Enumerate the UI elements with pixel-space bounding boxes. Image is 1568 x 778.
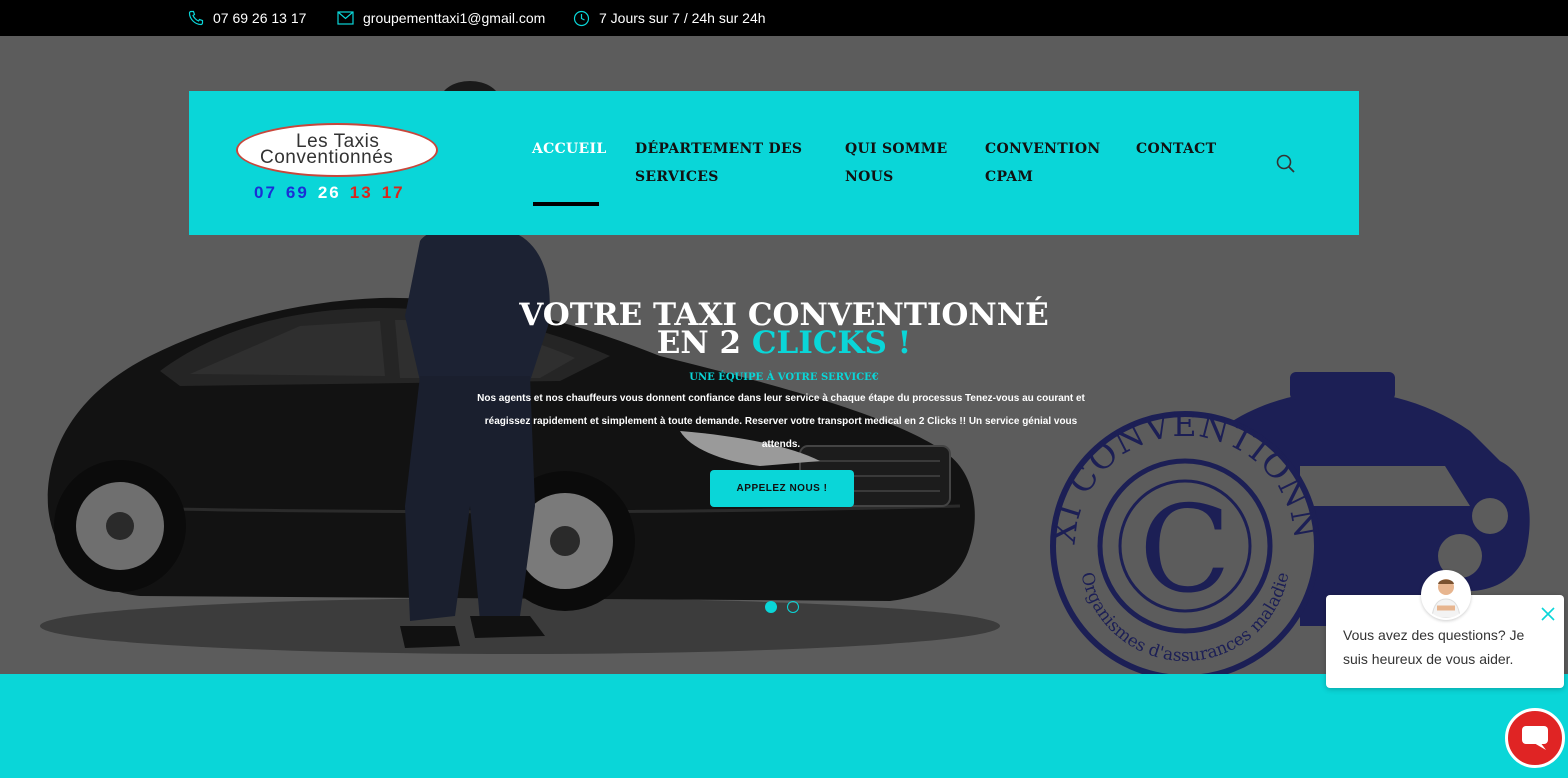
close-icon [1541, 607, 1555, 621]
nav-item-label: CONVENTION [985, 141, 1101, 157]
nav-item-contact[interactable]: CONTACT [1136, 135, 1216, 163]
slider-dot-active[interactable] [765, 601, 777, 613]
hero-title-line2: EN 2 CLICKS ! [0, 325, 1568, 361]
call-us-button[interactable]: APPELEZ NOUS ! [710, 470, 854, 507]
main-header: Les Taxis Conventionnés 07 69 26 13 17 ACCUE… [189, 91, 1359, 235]
chat-close-button[interactable] [1539, 605, 1557, 623]
logo-phone-part: 26 [317, 183, 341, 202]
phone-icon [188, 10, 204, 26]
topbar-phone[interactable]: 07 69 26 13 17 [188, 0, 306, 36]
nav-item-label: DÉPARTEMENT DES [635, 141, 803, 157]
logo-line2: Conventionnés [260, 147, 394, 168]
nav-item-label: CONTACT [1136, 141, 1217, 157]
logo-phone-part: 69 [285, 183, 309, 202]
topbar-phone-text: 07 69 26 13 17 [213, 10, 307, 26]
chat-bubble-icon [1522, 726, 1548, 750]
topbar-hours-text: 7 Jours sur 7 / 24h sur 24h [599, 10, 766, 26]
nav-item-departement[interactable]: DÉPARTEMENT DES SERVICES [635, 135, 802, 191]
chat-message: Vous avez des questions? Je suis heureux… [1343, 627, 1525, 667]
search-button[interactable] [1275, 153, 1297, 175]
slider-dot[interactable] [787, 601, 799, 613]
chat-launcher-button[interactable] [1505, 708, 1565, 768]
agent-avatar-icon [1423, 572, 1469, 618]
logo-phone: 07 69 26 13 17 [254, 183, 414, 203]
nav-item-label: SERVICES [635, 169, 719, 185]
nav-item-accueil[interactable]: ACCUEIL [532, 135, 607, 163]
logo-phone-part: 17 [381, 183, 405, 202]
hero-title-accent: CLICKS ! [751, 325, 912, 361]
topbar-hours: 7 Jours sur 7 / 24h sur 24h [573, 0, 766, 36]
logo-phone-part: 13 [349, 183, 373, 202]
topbar-email-text: groupementtaxi1@gmail.com [363, 10, 546, 26]
hero-description: Nos agents et nos chauffeurs vous donnen… [477, 393, 1085, 450]
nav-active-indicator [533, 202, 599, 206]
top-bar: 07 69 26 13 17 groupementtaxi1@gmail.com… [0, 0, 1568, 36]
site-logo[interactable]: Les Taxis Conventionnés 07 69 26 13 17 [236, 121, 438, 203]
nav-item-label: CPAM [985, 169, 1034, 185]
nav-item-label: QUI SOMME [845, 141, 948, 157]
badge-letter: C [1139, 481, 1231, 620]
search-icon [1276, 154, 1295, 173]
logo-phone-part: 07 [254, 183, 277, 202]
nav-item-convention-cpam[interactable]: CONVENTION CPAM [985, 135, 1100, 191]
topbar-email[interactable]: groupementtaxi1@gmail.com [337, 0, 545, 36]
mail-icon [337, 11, 354, 25]
nav-item-qui-somme-nous[interactable]: QUI SOMME NOUS [845, 135, 948, 191]
clock-icon [573, 10, 590, 26]
avatar [1421, 570, 1471, 620]
hero-title-prefix: EN 2 [656, 325, 752, 361]
hero-subtitle: UNE ÉQUIPE À VOTRE SERVICE€ [689, 372, 879, 383]
nav-item-label: ACCUEIL [532, 141, 607, 157]
nav-item-label: NOUS [845, 169, 894, 185]
